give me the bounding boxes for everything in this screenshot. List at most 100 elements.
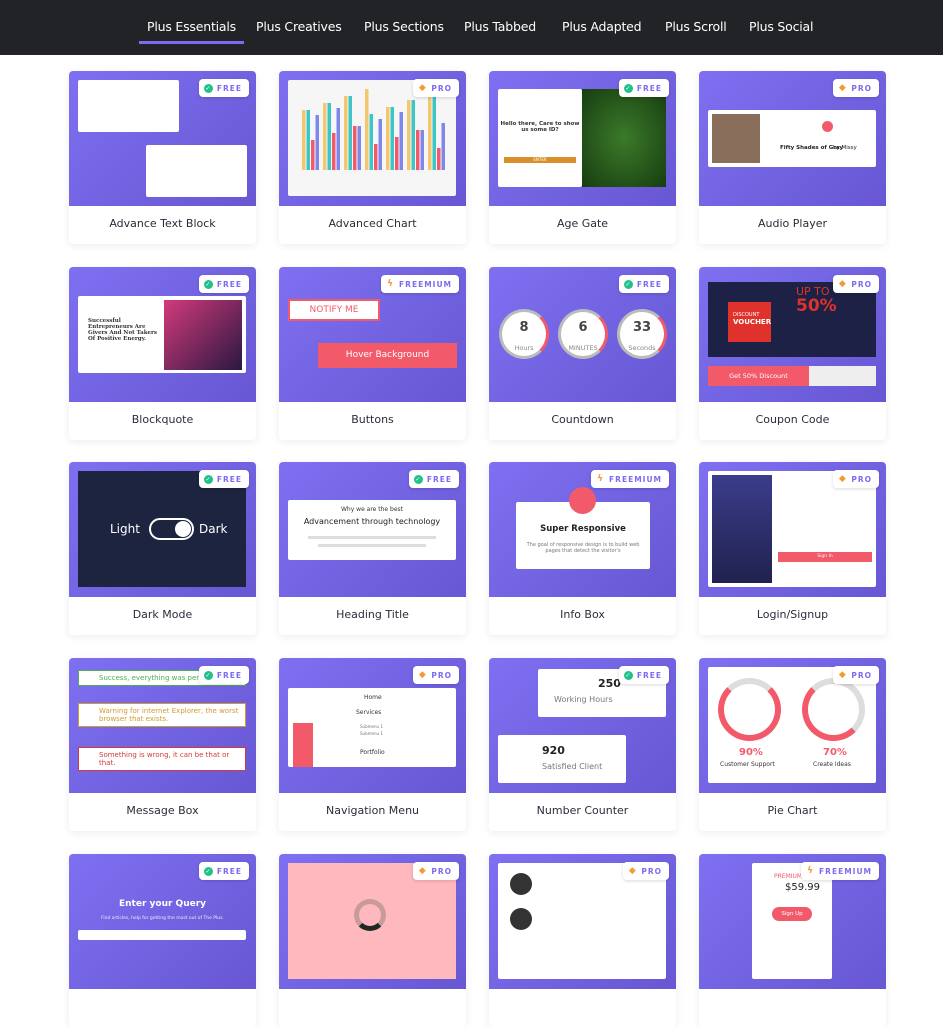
bar: [365, 89, 369, 170]
widget-title: Info Box: [560, 608, 605, 621]
bar: [395, 137, 399, 170]
widget-card-coupon-code[interactable]: DISCOUNT VOUCHER UP TO 50% Get 50% Discount …: [699, 267, 886, 440]
bar: [437, 148, 441, 170]
pro-badge: ◆ PRO: [413, 666, 459, 684]
enter-button: ENTER: [504, 157, 576, 163]
free-badge: ✓ FREE: [198, 275, 249, 293]
widget-card-dark-mode[interactable]: Light Dark ✓ FREE Dark Mode: [69, 462, 256, 635]
widget-title: Audio Player: [758, 217, 827, 230]
widget-title: Age Gate: [556, 217, 609, 230]
bar: [386, 107, 390, 170]
bar: [332, 133, 336, 170]
bar: [311, 140, 315, 170]
tab-plus-scroll[interactable]: Plus Scroll: [665, 19, 727, 34]
bar: [441, 123, 445, 170]
free-badge: ✓ FREE: [198, 470, 249, 488]
free-badge: ✓ FREE: [618, 275, 669, 293]
widget-card-navigation-menu[interactable]: Home Services Submenu 1 Submenu 1 Portfolio …: [279, 658, 466, 831]
widget-card-message-box[interactable]: Success, everything was perfect Warning f…: [69, 658, 256, 831]
widget-card-widget-18[interactable]: ◆ PRO: [489, 854, 676, 1027]
check-icon: ✓: [623, 279, 633, 289]
bolt-icon: ϟ: [387, 279, 395, 289]
check-icon: ✓: [203, 83, 213, 93]
tab-plus-sections[interactable]: Plus Sections: [364, 19, 444, 34]
widget-card-advanced-chart[interactable]: ◆ PRO Advanced Chart: [279, 71, 466, 244]
tab-plus-tabbed[interactable]: Plus Tabbed: [464, 19, 536, 34]
widget-card-countdown[interactable]: 8 Hours 6 MINUTES 33 Seconds ✓ FREE Countdown: [489, 267, 676, 440]
tab-plus-social[interactable]: Plus Social: [749, 19, 813, 34]
pro-badge: ◆ PRO: [413, 862, 459, 880]
bar-chart-preview: [302, 89, 445, 170]
top-navigation: Plus Essentials Plus Creatives Plus Sect…: [0, 0, 943, 55]
gem-icon: ◆: [418, 670, 427, 680]
tab-plus-adapted[interactable]: Plus Adapted: [562, 19, 642, 34]
check-icon: ✓: [203, 279, 213, 289]
bar: [428, 93, 432, 170]
free-badge: ✓ FREE: [198, 862, 249, 880]
widget-title: Heading Title: [336, 608, 409, 621]
widget-card-widget-16[interactable]: Enter your Query Find articles, help for …: [69, 854, 256, 1027]
widget-card-widget-19[interactable]: PREMIUM $59.99 Sign Up ϟ FREEMIUM: [699, 854, 886, 1027]
bar: [336, 108, 340, 170]
pro-badge: ◆ PRO: [413, 79, 459, 97]
bar: [407, 100, 411, 170]
widget-card-login-signup[interactable]: Sign In ◆ PRO Login/Signup: [699, 462, 886, 635]
widget-title: Navigation Menu: [325, 804, 420, 817]
free-badge: ✓ FREE: [618, 666, 669, 684]
widget-card-blockquote[interactable]: Successful Entrepreneurs Are Givers And …: [69, 267, 256, 440]
widget-title: Number Counter: [536, 804, 629, 817]
bar: [378, 119, 382, 170]
bar: [357, 126, 361, 170]
widget-card-audio-player[interactable]: Fifty Shades of Gray by Missy ◆ PRO Audio …: [699, 71, 886, 244]
freemium-badge: ϟ FREEMIUM: [801, 862, 879, 880]
widget-title: Login/Signup: [756, 608, 829, 621]
free-badge: ✓ FREE: [198, 79, 249, 97]
tab-plus-essentials[interactable]: Plus Essentials: [139, 19, 244, 44]
bar: [353, 126, 357, 170]
bar: [302, 110, 306, 170]
bar: [369, 114, 373, 170]
widget-title: Buttons: [351, 413, 394, 426]
pro-badge: ◆ PRO: [623, 862, 669, 880]
bar: [315, 115, 319, 170]
pro-badge: ◆ PRO: [833, 79, 879, 97]
bolt-icon: ϟ: [807, 866, 815, 876]
gem-icon: ◆: [418, 866, 427, 876]
widget-title: Dark Mode: [132, 608, 193, 621]
bar: [416, 130, 420, 170]
gem-icon: ◆: [838, 670, 847, 680]
tab-plus-creatives[interactable]: Plus Creatives: [256, 19, 342, 34]
check-icon: ✓: [623, 83, 633, 93]
pro-badge: ◆ PRO: [833, 275, 879, 293]
widget-card-buttons[interactable]: NOTIFY ME Hover Background ϟ FREEMIUM Butt…: [279, 267, 466, 440]
chart-thumbnail: [288, 80, 456, 196]
bar: [420, 130, 424, 170]
bar: [327, 103, 331, 170]
bar: [390, 107, 394, 170]
widget-card-age-gate[interactable]: Hello there, Care to show us some ID? ENT…: [489, 71, 676, 244]
bolt-icon: ϟ: [597, 474, 605, 484]
check-icon: ✓: [413, 474, 423, 484]
gem-icon: ◆: [838, 474, 847, 484]
widget-title: Countdown: [551, 413, 614, 426]
hover-background-button: Hover Background: [318, 343, 457, 368]
gem-icon: ◆: [418, 83, 427, 93]
check-icon: ✓: [203, 866, 213, 876]
check-icon: ✓: [203, 474, 213, 484]
widget-card-advance-text-block[interactable]: ✓ FREE Advance Text Block: [69, 71, 256, 244]
widget-card-pie-chart[interactable]: 90% Customer Support 70% Create Ideas ◆ PRO …: [699, 658, 886, 831]
bar: [374, 144, 378, 170]
pro-badge: ◆ PRO: [833, 470, 879, 488]
widget-card-heading-title[interactable]: Why we are the best Advancement through t…: [279, 462, 466, 635]
widget-card-number-counter[interactable]: 250 Working Hours 920 Satisfied Client ✓ FRE…: [489, 658, 676, 831]
gem-icon: ◆: [838, 83, 847, 93]
gem-icon: ◆: [838, 279, 847, 289]
widget-card-info-box[interactable]: Super Responsive The goal of responsive d…: [489, 462, 676, 635]
check-icon: ✓: [623, 670, 633, 680]
notify-me-button: NOTIFY ME: [288, 299, 380, 321]
widget-title: Message Box: [126, 804, 199, 817]
free-badge: ✓ FREE: [618, 79, 669, 97]
widget-title: Coupon Code: [755, 413, 830, 426]
bar: [411, 100, 415, 170]
widget-card-widget-17[interactable]: ◆ PRO: [279, 854, 466, 1027]
